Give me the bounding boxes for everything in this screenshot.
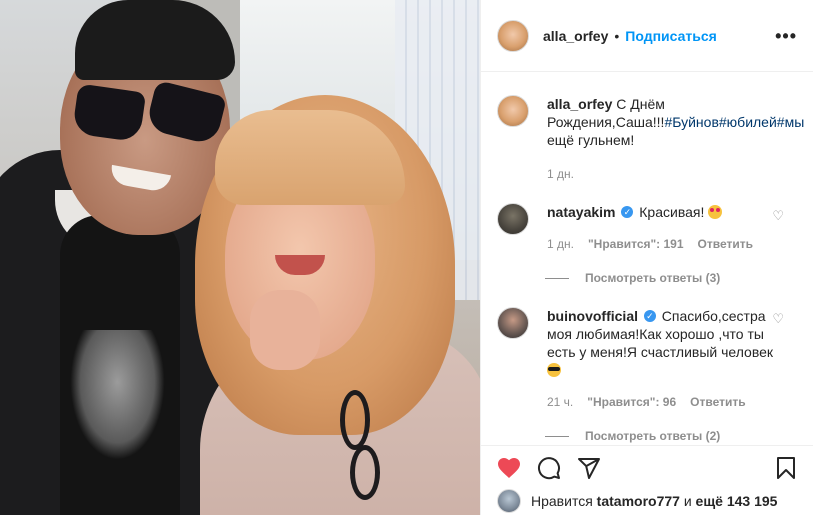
view-replies-button[interactable]: Посмотреть ответы (2) [545,429,798,443]
separator-dot: • [614,27,620,44]
liker-avatar[interactable] [497,489,521,513]
post-actions-bar [481,445,813,490]
comment-meta: 1 дн. "Нравится": 191 Ответить [547,235,798,253]
post-photo[interactable] [0,0,480,515]
caption-text-end: ещё гульнем! [547,132,635,148]
comment-likes-count[interactable]: "Нравится": 191 [588,235,684,253]
comment-meta: 21 ч. "Нравится": 96 Ответить [547,393,774,411]
hashtag-link[interactable]: #мы [777,114,804,130]
comment-like-heart-icon[interactable]: ♡ [772,311,784,327]
replies-line [545,277,569,279]
caption-avatar[interactable] [497,95,529,127]
post-side-panel: alla_orfey • Подписаться ••• alla_orfey … [480,0,813,515]
replies-line [545,435,569,437]
share-send-icon[interactable] [573,452,605,484]
sunglasses-emoji-icon [547,363,561,377]
heart-eyes-emoji-icon [708,205,723,219]
comment-body: natayakim ✓ Красивая! 1 дн. "Нравится": … [547,203,798,253]
likes-text: Нравится tatamoro777 и ещё 143 195 [531,493,777,509]
view-replies-label: Посмотреть ответы (2) [585,429,721,443]
commenter-avatar[interactable] [497,307,529,339]
more-options-icon[interactable]: ••• [775,26,797,47]
comment-likes-count[interactable]: "Нравится": 96 [587,393,676,411]
photo-hanging-glasses [340,390,370,450]
photo-man-shirt-print [70,330,165,460]
photo-woman-hand [250,290,320,370]
comment-like-heart-icon[interactable]: ♡ [772,208,784,224]
hashtag-link[interactable]: #Буйнов [664,114,718,130]
caption-meta: 1 дн. [547,165,804,183]
likes-prefix: Нравится [531,493,593,509]
photo-hanging-glasses-lens [350,445,380,500]
comment-time[interactable]: 1 дн. [547,235,574,253]
instagram-post: alla_orfey • Подписаться ••• alla_orfey … [0,0,813,515]
comment-text: Красивая! [639,204,705,220]
verified-badge-icon: ✓ [621,206,634,219]
bookmark-icon[interactable] [770,452,802,484]
comment-item: buinovofficial ✓ Спасибо,сестра моя люби… [497,307,798,411]
post-header: alla_orfey • Подписаться ••• [481,0,813,72]
comment-body: buinovofficial ✓ Спасибо,сестра моя люби… [547,307,798,411]
author-username[interactable]: alla_orfey [543,28,608,44]
view-replies-label: Посмотреть ответы (3) [585,271,721,285]
commenter-avatar[interactable] [497,203,529,235]
likes-and: и [683,493,692,509]
like-heart-icon[interactable] [493,452,525,484]
verified-badge-icon: ✓ [643,310,656,323]
caption: alla_orfey С Днём Рождения,Саша!!!#Буйно… [497,95,804,183]
view-replies-button[interactable]: Посмотреть ответы (3) [545,271,798,285]
caption-username[interactable]: alla_orfey [547,96,612,112]
caption-body: alla_orfey С Днём Рождения,Саша!!!#Буйно… [547,95,804,183]
hashtag-link[interactable]: #юбилей [719,114,777,130]
comments-list[interactable]: alla_orfey С Днём Рождения,Саша!!!#Буйно… [481,73,813,445]
likes-summary: Нравится tatamoro777 и ещё 143 195 [497,488,813,514]
reply-button[interactable]: Ответить [690,393,745,411]
comment-time[interactable]: 21 ч. [547,393,573,411]
follow-button[interactable]: Подписаться [625,28,717,44]
comment-item: natayakim ✓ Красивая! 1 дн. "Нравится": … [497,203,798,253]
liker-username[interactable]: tatamoro777 [597,493,680,509]
reply-button[interactable]: Ответить [698,235,753,253]
comment-username[interactable]: natayakim [547,204,615,220]
likes-count[interactable]: ещё 143 195 [696,493,778,509]
caption-time[interactable]: 1 дн. [547,165,574,183]
comment-bubble-icon[interactable] [533,452,565,484]
author-avatar[interactable] [497,19,529,52]
comment-username[interactable]: buinovofficial [547,308,638,324]
